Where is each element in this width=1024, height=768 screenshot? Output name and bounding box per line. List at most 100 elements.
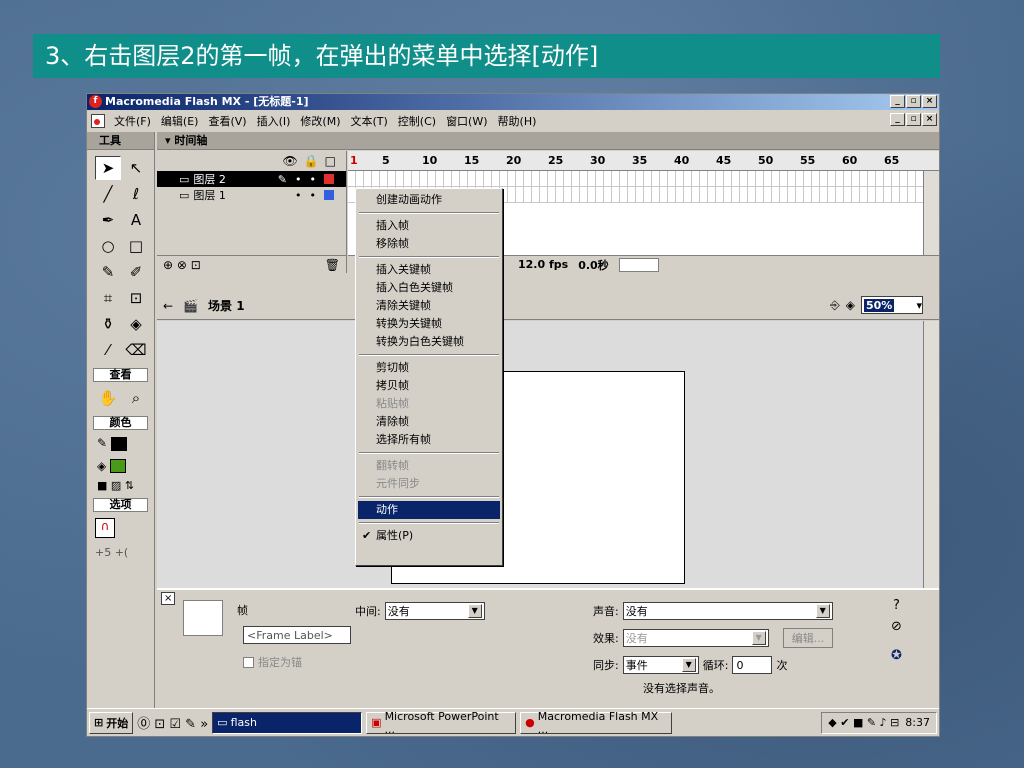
edit-scene-icon[interactable]: ⎆ — [830, 298, 840, 313]
lock-dot-icon[interactable]: • — [310, 189, 317, 202]
smooth-icon[interactable]: +5 — [95, 546, 111, 559]
edit-symbol-icon[interactable]: ◈ — [846, 298, 855, 312]
task-flash-folder[interactable]: ▭ flash — [212, 711, 363, 734]
swap-colors-icon[interactable]: ⇅ — [125, 479, 134, 492]
lock-icon[interactable]: 🔒 — [304, 154, 319, 168]
context-menu-item[interactable]: 选择所有帧 — [358, 431, 500, 449]
props-close-icon[interactable]: × — [161, 592, 176, 605]
menu-view[interactable]: 查看(V) — [203, 113, 251, 129]
straighten-icon[interactable]: +( — [115, 546, 129, 559]
context-menu-item[interactable]: 清除帧 — [358, 413, 500, 431]
context-menu-item[interactable]: ✔ 属性(P) — [358, 527, 500, 545]
lasso-tool-icon[interactable]: ℓ — [123, 182, 149, 206]
rectangle-tool-icon[interactable]: □ — [123, 234, 149, 258]
eraser-tool-icon[interactable]: ⌫ — [123, 338, 149, 362]
timeline-hscroll[interactable] — [618, 257, 659, 272]
trash-icon[interactable]: 🗑 — [325, 258, 340, 272]
pencil-tool-icon[interactable]: ✎ — [95, 260, 121, 284]
layer-row-2[interactable]: ▭ 图层 2 ✎ • • — [157, 171, 346, 187]
context-menu-item[interactable]: 移除帧 — [358, 235, 500, 253]
context-menu-item[interactable]: 清除关键帧 — [358, 297, 500, 315]
stage-scrollbar[interactable] — [923, 321, 939, 601]
start-button[interactable]: ⊞ 开始 — [89, 711, 134, 734]
context-menu-item[interactable]: 转换为白色关键帧 — [358, 333, 500, 351]
task-powerpoint[interactable]: ▣ Microsoft PowerPoint ... — [366, 710, 517, 736]
accessibility-icon[interactable]: ✪ — [891, 648, 902, 663]
stage-area[interactable] — [157, 321, 923, 591]
fill-color-swatch[interactable] — [110, 459, 127, 473]
stroke-color-swatch[interactable] — [110, 436, 127, 451]
frame-row-layer2[interactable] — [348, 171, 939, 187]
frame-label-input[interactable]: <Frame Label> — [243, 626, 351, 644]
sound-select[interactable]: 没有 ▼ — [622, 602, 833, 620]
timeline-scrollbar[interactable] — [923, 171, 939, 255]
menu-item-label: 转换为白色关键帧 — [376, 335, 464, 348]
oval-tool-icon[interactable]: ○ — [95, 234, 121, 258]
visible-dot-icon[interactable]: • — [295, 173, 302, 186]
snap-magnet-icon[interactable]: ∩ — [95, 518, 115, 538]
arrow-tool-icon[interactable]: ➤ — [95, 156, 121, 180]
layer-color-box[interactable] — [324, 174, 334, 184]
menu-modify[interactable]: 修改(M) — [295, 113, 345, 129]
layer-icon: ▭ — [179, 172, 190, 186]
quicklaunch-icons[interactable]: ⓪ ⊡ ☑ ✎ » — [137, 713, 208, 732]
context-menu-item[interactable]: 创建动画动作 — [358, 191, 500, 209]
menu-text[interactable]: 文本(T) — [345, 113, 392, 129]
anchor-checkbox-row[interactable]: 指定为锚 — [243, 654, 302, 670]
menu-control[interactable]: 控制(C) — [393, 113, 441, 129]
eye-icon[interactable]: 👁 — [282, 154, 297, 168]
line-tool-icon[interactable]: ╱ — [95, 182, 121, 206]
expand-icon[interactable]: ⊘ — [891, 619, 902, 634]
context-menu-item[interactable]: 拷贝帧 — [358, 377, 500, 395]
visible-dot-icon[interactable]: • — [295, 189, 302, 202]
menu-edit[interactable]: 编辑(E) — [156, 113, 204, 129]
loop-input[interactable]: 0 — [732, 656, 773, 674]
context-menu-item[interactable]: 转换为关键帧 — [358, 315, 500, 333]
view-section-label: 查看 — [93, 368, 148, 382]
paint-bucket-tool-icon[interactable]: ◈ — [123, 312, 149, 336]
context-menu-item[interactable]: 动作 — [358, 501, 500, 519]
doc-restore-button[interactable]: ▫ — [906, 113, 921, 126]
sync-select[interactable]: 事件 ▼ — [622, 656, 699, 674]
fill-transform-tool-icon[interactable]: ⊡ — [123, 286, 149, 310]
timeline-header[interactable]: ▾ 时间轴 — [157, 132, 939, 150]
menu-window[interactable]: 窗口(W) — [441, 113, 492, 129]
context-menu-item[interactable]: 插入白色关键帧 — [358, 279, 500, 297]
eyedropper-tool-icon[interactable]: ⁄ — [95, 338, 121, 362]
brush-tool-icon[interactable]: ✐ — [123, 260, 149, 284]
lock-dot-icon[interactable]: • — [310, 173, 317, 186]
menu-help[interactable]: 帮助(H) — [493, 113, 542, 129]
hand-tool-icon[interactable]: ✋ — [95, 386, 121, 410]
close-button[interactable]: × — [922, 95, 937, 108]
layer-color-box[interactable] — [324, 190, 334, 200]
no-color-icon[interactable]: ▨ — [111, 479, 121, 492]
tray-icons[interactable]: ◆ ✔ ■ ✎ ♪ ⊟ — [828, 716, 899, 729]
help-icon[interactable]: ? — [893, 598, 900, 613]
minimize-button[interactable]: _ — [890, 95, 905, 108]
context-menu-item[interactable]: 插入帧 — [358, 217, 500, 235]
add-layer-icons[interactable]: ⊕ ⊗ ⊡ — [163, 258, 201, 272]
doc-close-button[interactable]: × — [922, 113, 937, 126]
layer-row-1[interactable]: ▭ 图层 1 • • — [157, 187, 346, 203]
subselect-tool-icon[interactable]: ↖ — [123, 156, 149, 180]
free-transform-tool-icon[interactable]: ⌗ — [95, 286, 121, 310]
outline-icon[interactable]: □ — [325, 154, 336, 168]
maximize-button[interactable]: ▫ — [906, 95, 921, 108]
text-tool-icon[interactable]: A — [123, 208, 149, 232]
zoom-select[interactable]: 50% ▾ — [861, 296, 923, 314]
doc-minimize-button[interactable]: _ — [890, 113, 905, 126]
default-colors-icon[interactable]: ■ — [97, 479, 107, 492]
task-flash-mx[interactable]: ● Macromedia Flash MX ... — [520, 710, 673, 736]
anchor-checkbox[interactable] — [243, 656, 254, 668]
tween-select[interactable]: 没有 ▼ — [384, 602, 485, 620]
zoom-tool-icon[interactable]: ⌕ — [123, 386, 149, 410]
menu-file[interactable]: 文件(F) — [109, 113, 156, 129]
pen-tool-icon[interactable]: ✒ — [95, 208, 121, 232]
ink-bottle-tool-icon[interactable]: ⚱ — [95, 312, 121, 336]
back-arrow-icon[interactable]: ← — [163, 299, 173, 313]
document-icon[interactable] — [91, 113, 105, 128]
context-menu-item[interactable]: 剪切帧 — [358, 359, 500, 377]
zoom-control: ⎆ ◈ 50% ▾ — [830, 296, 923, 314]
context-menu-item[interactable]: 插入关键帧 — [358, 261, 500, 279]
menu-insert[interactable]: 插入(I) — [252, 113, 296, 129]
